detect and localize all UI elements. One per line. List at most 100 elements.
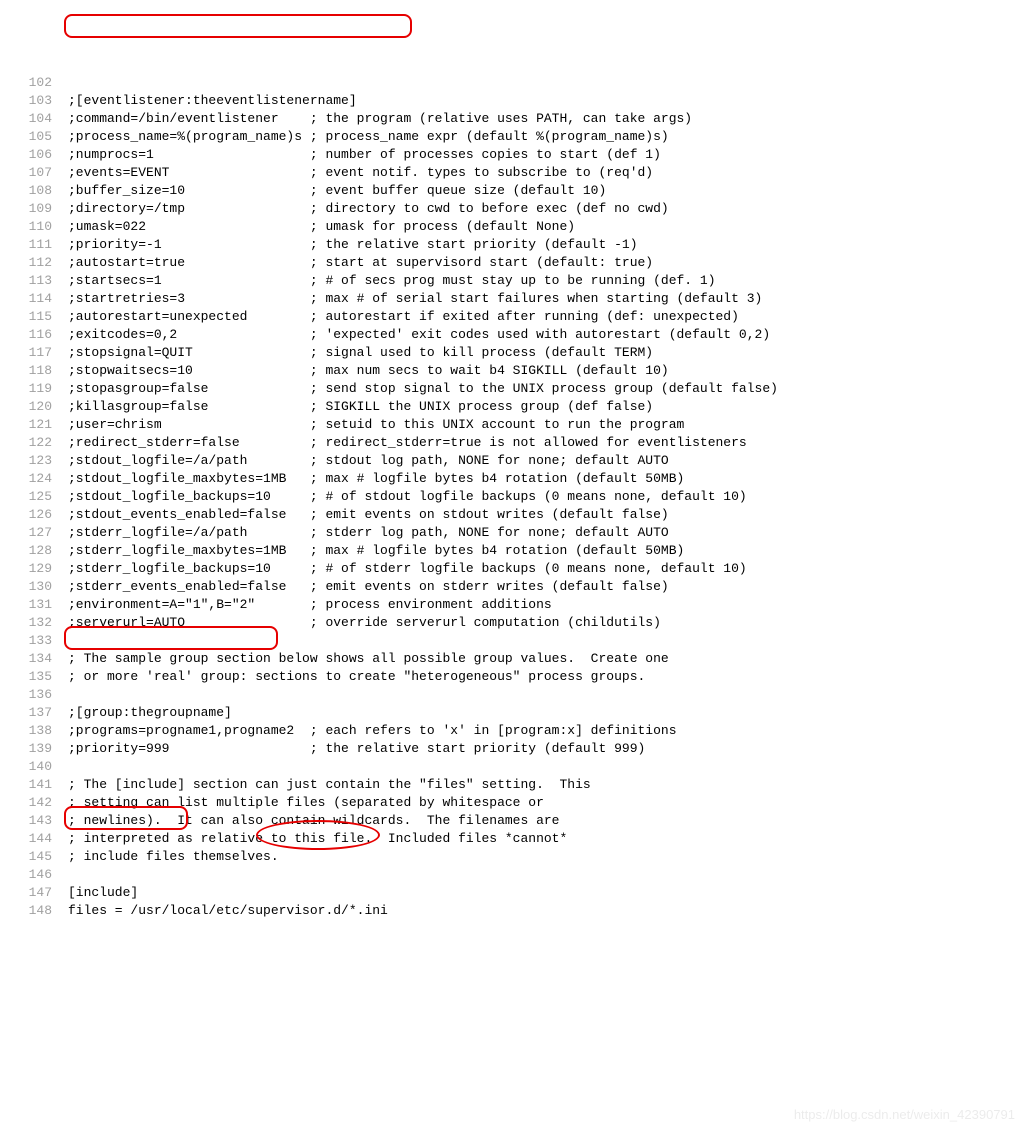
code-line: 134; The sample group section below show… bbox=[0, 650, 1027, 668]
line-number: 132 bbox=[0, 614, 68, 632]
code-line: 119;stopasgroup=false ; send stop signal… bbox=[0, 380, 1027, 398]
code-line: 102 bbox=[0, 74, 1027, 92]
line-number: 126 bbox=[0, 506, 68, 524]
code-line: 132;serverurl=AUTO ; override serverurl … bbox=[0, 614, 1027, 632]
line-number: 118 bbox=[0, 362, 68, 380]
line-content: ;startretries=3 ; max # of serial start … bbox=[68, 290, 1027, 308]
line-content: ;[group:thegroupname] bbox=[68, 704, 1027, 722]
line-content: ;serverurl=AUTO ; override serverurl com… bbox=[68, 614, 1027, 632]
code-line: 145; include files themselves. bbox=[0, 848, 1027, 866]
line-number: 108 bbox=[0, 182, 68, 200]
line-number: 116 bbox=[0, 326, 68, 344]
code-line: 120;killasgroup=false ; SIGKILL the UNIX… bbox=[0, 398, 1027, 416]
line-content: ;killasgroup=false ; SIGKILL the UNIX pr… bbox=[68, 398, 1027, 416]
code-line: 112;autostart=true ; start at supervisor… bbox=[0, 254, 1027, 272]
code-line: 109;directory=/tmp ; directory to cwd to… bbox=[0, 200, 1027, 218]
line-content: ;events=EVENT ; event notif. types to su… bbox=[68, 164, 1027, 182]
line-content: ;exitcodes=0,2 ; 'expected' exit codes u… bbox=[68, 326, 1027, 344]
line-content: ;programs=progname1,progname2 ; each ref… bbox=[68, 722, 1027, 740]
line-number: 120 bbox=[0, 398, 68, 416]
code-line: 114;startretries=3 ; max # of serial sta… bbox=[0, 290, 1027, 308]
watermark: https://blog.csdn.net/weixin_42390791 bbox=[794, 1106, 1015, 1124]
line-content: ;stopsignal=QUIT ; signal used to kill p… bbox=[68, 344, 1027, 362]
line-content: ; newlines). It can also contain wildcar… bbox=[68, 812, 1027, 830]
line-content: ;stdout_logfile_backups=10 ; # of stdout… bbox=[68, 488, 1027, 506]
code-line: 144; interpreted as relative to this fil… bbox=[0, 830, 1027, 848]
line-number: 139 bbox=[0, 740, 68, 758]
line-content: ;directory=/tmp ; directory to cwd to be… bbox=[68, 200, 1027, 218]
line-number: 134 bbox=[0, 650, 68, 668]
code-line: 141; The [include] section can just cont… bbox=[0, 776, 1027, 794]
line-number: 148 bbox=[0, 902, 68, 920]
code-line: 125;stdout_logfile_backups=10 ; # of std… bbox=[0, 488, 1027, 506]
line-content: ;process_name=%(program_name)s ; process… bbox=[68, 128, 1027, 146]
line-number: 128 bbox=[0, 542, 68, 560]
line-number: 142 bbox=[0, 794, 68, 812]
line-number: 137 bbox=[0, 704, 68, 722]
line-number: 140 bbox=[0, 758, 68, 776]
code-line: 146 bbox=[0, 866, 1027, 884]
code-line: 111;priority=-1 ; the relative start pri… bbox=[0, 236, 1027, 254]
code-line: 124;stdout_logfile_maxbytes=1MB ; max # … bbox=[0, 470, 1027, 488]
line-content: ;autorestart=unexpected ; autorestart if… bbox=[68, 308, 1027, 326]
line-content: ; include files themselves. bbox=[68, 848, 1027, 866]
code-line: 137;[group:thegroupname] bbox=[0, 704, 1027, 722]
code-line: 103;[eventlistener:theeventlistenername] bbox=[0, 92, 1027, 110]
code-line: 116;exitcodes=0,2 ; 'expected' exit code… bbox=[0, 326, 1027, 344]
line-number: 123 bbox=[0, 452, 68, 470]
line-content: ;priority=-1 ; the relative start priori… bbox=[68, 236, 1027, 254]
line-content: ;stopasgroup=false ; send stop signal to… bbox=[68, 380, 1027, 398]
code-line: 115;autorestart=unexpected ; autorestart… bbox=[0, 308, 1027, 326]
highlight-eventlistener bbox=[64, 14, 412, 38]
line-number: 125 bbox=[0, 488, 68, 506]
line-content: ;[eventlistener:theeventlistenername] bbox=[68, 92, 1027, 110]
line-content: ;environment=A="1",B="2" ; process envir… bbox=[68, 596, 1027, 614]
line-number: 145 bbox=[0, 848, 68, 866]
line-content: ;priority=999 ; the relative start prior… bbox=[68, 740, 1027, 758]
code-editor: 102103;[eventlistener:theeventlistenerna… bbox=[0, 74, 1027, 920]
code-line: 117;stopsignal=QUIT ; signal used to kil… bbox=[0, 344, 1027, 362]
line-content: ;command=/bin/eventlistener ; the progra… bbox=[68, 110, 1027, 128]
line-number: 107 bbox=[0, 164, 68, 182]
line-number: 141 bbox=[0, 776, 68, 794]
code-line: 113;startsecs=1 ; # of secs prog must st… bbox=[0, 272, 1027, 290]
code-line: 118;stopwaitsecs=10 ; max num secs to wa… bbox=[0, 362, 1027, 380]
code-line: 123;stdout_logfile=/a/path ; stdout log … bbox=[0, 452, 1027, 470]
line-content: ;stdout_events_enabled=false ; emit even… bbox=[68, 506, 1027, 524]
code-line: 135; or more 'real' group: sections to c… bbox=[0, 668, 1027, 686]
line-number: 124 bbox=[0, 470, 68, 488]
line-number: 106 bbox=[0, 146, 68, 164]
line-number: 110 bbox=[0, 218, 68, 236]
code-line: 127;stderr_logfile=/a/path ; stderr log … bbox=[0, 524, 1027, 542]
code-line: 136 bbox=[0, 686, 1027, 704]
line-number: 133 bbox=[0, 632, 68, 650]
code-line: 128;stderr_logfile_maxbytes=1MB ; max # … bbox=[0, 542, 1027, 560]
code-line: 107;events=EVENT ; event notif. types to… bbox=[0, 164, 1027, 182]
line-number: 144 bbox=[0, 830, 68, 848]
line-number: 122 bbox=[0, 434, 68, 452]
line-content: ; or more 'real' group: sections to crea… bbox=[68, 668, 1027, 686]
code-line: 143; newlines). It can also contain wild… bbox=[0, 812, 1027, 830]
line-content: ;stderr_logfile_maxbytes=1MB ; max # log… bbox=[68, 542, 1027, 560]
line-content: files = /usr/local/etc/supervisor.d/*.in… bbox=[68, 902, 1027, 920]
line-content: [include] bbox=[68, 884, 1027, 902]
line-content: ;stderr_logfile=/a/path ; stderr log pat… bbox=[68, 524, 1027, 542]
line-content: ; The [include] section can just contain… bbox=[68, 776, 1027, 794]
line-number: 103 bbox=[0, 92, 68, 110]
code-line: 133 bbox=[0, 632, 1027, 650]
code-line: 129;stderr_logfile_backups=10 ; # of std… bbox=[0, 560, 1027, 578]
code-line: 148files = /usr/local/etc/supervisor.d/*… bbox=[0, 902, 1027, 920]
line-content: ;stdout_logfile_maxbytes=1MB ; max # log… bbox=[68, 470, 1027, 488]
line-content: ;stderr_events_enabled=false ; emit even… bbox=[68, 578, 1027, 596]
line-content: ;buffer_size=10 ; event buffer queue siz… bbox=[68, 182, 1027, 200]
line-number: 115 bbox=[0, 308, 68, 326]
line-number: 121 bbox=[0, 416, 68, 434]
code-line: 131;environment=A="1",B="2" ; process en… bbox=[0, 596, 1027, 614]
line-content: ; interpreted as relative to this file. … bbox=[68, 830, 1027, 848]
line-content: ; setting can list multiple files (separ… bbox=[68, 794, 1027, 812]
code-line: 126;stdout_events_enabled=false ; emit e… bbox=[0, 506, 1027, 524]
line-number: 111 bbox=[0, 236, 68, 254]
code-line: 138;programs=progname1,progname2 ; each … bbox=[0, 722, 1027, 740]
line-number: 117 bbox=[0, 344, 68, 362]
line-number: 113 bbox=[0, 272, 68, 290]
